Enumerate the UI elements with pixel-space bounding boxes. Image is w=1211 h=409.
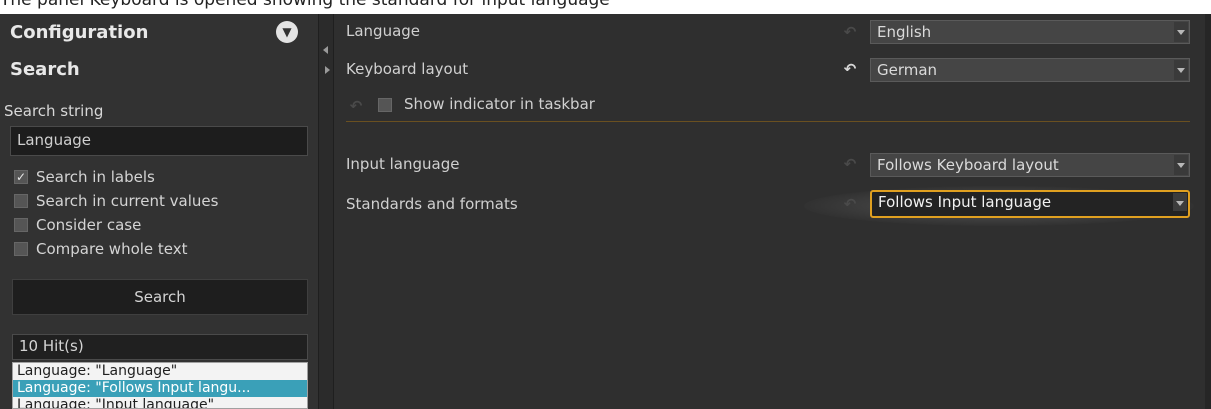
input-language-select[interactable]: Follows Keyboard layout [870,153,1190,177]
select-value: Follows Input language [878,193,1052,211]
language-label: Language [346,22,421,40]
reset-icon[interactable]: ↶ [842,61,858,77]
checkbox-label: Search in labels [36,168,155,186]
chevron-down-icon[interactable] [1174,22,1188,42]
list-item-selected[interactable]: Language: "Follows Input langu... [13,380,307,397]
panel-splitter[interactable] [318,14,334,409]
divider [346,121,1190,122]
search-heading: Search [10,59,80,80]
select-value: Follows Keyboard layout [877,156,1059,174]
list-item[interactable]: Language: "Language" [13,363,307,380]
reset-icon: ↶ [349,97,363,115]
sidebar: Configuration ▼ Search Search string Lan… [0,14,318,409]
checkbox-unchecked[interactable] [14,194,28,208]
search-in-labels-option[interactable]: ✓ Search in labels [14,166,155,188]
input-language-label: Input language [346,155,460,173]
chevron-down-icon[interactable] [1173,193,1187,211]
checkbox-unchecked[interactable] [14,242,28,256]
checkbox-label: Compare whole text [36,240,188,258]
search-in-current-values-option[interactable]: Search in current values [14,190,218,212]
list-item[interactable]: Language: "Input language" [13,397,307,408]
select-value: English [877,23,932,41]
hits-count: 10 Hit(s) [12,334,308,360]
settings-panel: Language ↶ English Keyboard layout ↶ Ger… [334,14,1211,409]
compare-whole-text-option[interactable]: Compare whole text [14,238,188,260]
checkbox-label: Consider case [36,216,142,234]
consider-case-option[interactable]: Consider case [14,214,141,236]
language-select[interactable]: English [870,20,1190,44]
expand-right-icon[interactable] [325,66,330,74]
scrollbar-edge [1205,14,1211,409]
standards-and-formats-select[interactable]: Follows Input language [870,190,1190,218]
checkbox-unchecked[interactable] [14,218,28,232]
search-string-label: Search string [4,102,104,120]
show-indicator-checkbox[interactable] [378,98,392,112]
search-button[interactable]: Search [12,279,308,315]
configuration-heading[interactable]: Configuration [10,22,148,43]
reset-icon: ↶ [843,23,857,41]
keyboard-layout-label: Keyboard layout [346,60,469,78]
results-list[interactable]: Language: "Language" Language: "Follows … [12,362,308,409]
show-indicator-label: Show indicator in taskbar [404,95,595,113]
chevron-down-icon[interactable] [1174,60,1188,80]
reset-icon: ↶ [843,195,857,213]
select-value: German [877,61,938,79]
reset-icon: ↶ [843,155,857,173]
checkbox-checked[interactable]: ✓ [14,170,28,184]
top-caption: The panel Keyboard is opened showing the… [0,0,610,10]
checkbox-label: Search in current values [36,192,219,210]
chevron-down-icon[interactable] [1174,155,1188,175]
search-input[interactable]: Language [10,126,308,156]
keyboard-layout-select[interactable]: German [870,58,1190,82]
standards-and-formats-label: Standards and formats [346,195,518,213]
collapse-icon[interactable]: ▼ [276,21,298,43]
collapse-left-icon[interactable] [323,46,328,54]
